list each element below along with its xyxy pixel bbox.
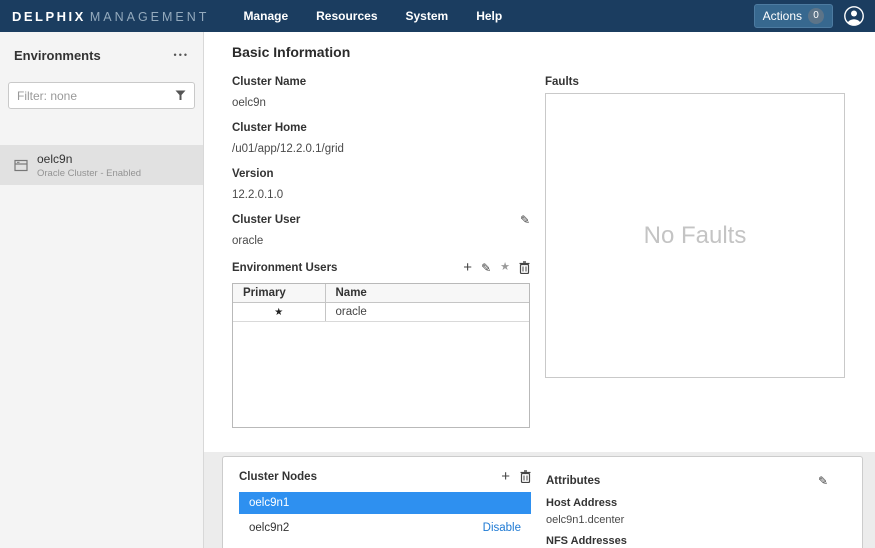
edit-user-icon[interactable]: ✎: [481, 262, 491, 274]
main-content: Basic Information Cluster Name oelc9n Cl…: [204, 32, 875, 548]
host-address-label: Host Address: [546, 497, 828, 509]
menu-item-help[interactable]: Help: [476, 9, 502, 23]
environment-users-title: Environment Users: [232, 262, 337, 274]
delete-user-trash-icon[interactable]: [519, 261, 530, 274]
sidebar-header: Environments •••: [0, 32, 203, 78]
basic-info-section: Cluster Name oelc9n Cluster Home /u01/ap…: [232, 76, 530, 428]
primary-star-cell: ★: [233, 303, 325, 322]
environments-sidebar: Environments ••• oelc9n Oracle Cluster -…: [0, 32, 204, 548]
version-label: Version: [232, 168, 530, 180]
environment-users-toolbar: + ✎ ★: [463, 260, 530, 275]
attributes-title: Attributes: [546, 475, 600, 487]
table-row[interactable]: ★ oracle: [233, 303, 529, 322]
filter-funnel-icon[interactable]: [175, 90, 186, 101]
faults-panel: No Faults: [545, 93, 845, 378]
no-faults-text: No Faults: [644, 222, 747, 250]
top-navigation-bar: DELPHIX MANAGEMENT Manage Resources Syst…: [0, 0, 875, 32]
node-name: oelc9n1: [249, 497, 289, 509]
environment-users-section: Environment Users + ✎ ★: [232, 260, 530, 428]
actions-count-badge: 0: [808, 8, 824, 24]
user-name-cell: oracle: [325, 303, 529, 322]
environment-subtitle: Oracle Cluster - Enabled: [37, 168, 141, 179]
actions-label: Actions: [763, 9, 802, 23]
attributes-section: Attributes ✎ Host Address oelc9n1.dcente…: [546, 475, 828, 548]
cluster-home-value: /u01/app/12.2.0.1/grid: [232, 143, 530, 155]
edit-attributes-icon[interactable]: ✎: [818, 475, 828, 487]
add-user-icon[interactable]: +: [463, 260, 472, 275]
cluster-name-label: Cluster Name: [232, 76, 530, 88]
sidebar-item-oelc9n[interactable]: oelc9n Oracle Cluster - Enabled: [0, 145, 203, 185]
disable-node-link[interactable]: Disable: [483, 522, 521, 534]
edit-cluster-user-icon[interactable]: ✎: [520, 214, 530, 226]
cluster-nodes-toolbar: +: [501, 469, 531, 484]
column-header-primary: Primary: [233, 284, 325, 303]
topbar-right: Actions 0: [754, 4, 865, 28]
delete-node-trash-icon[interactable]: [520, 470, 531, 483]
sidebar-title: Environments: [14, 48, 101, 63]
host-address-value: oelc9n1.dcenter: [546, 514, 828, 526]
column-header-name: Name: [325, 284, 529, 303]
add-node-icon[interactable]: +: [501, 469, 510, 484]
cluster-user-label: Cluster User: [232, 214, 300, 226]
version-value: 12.2.0.1.0: [232, 189, 530, 201]
logo-suffix: MANAGEMENT: [90, 10, 210, 24]
set-primary-star-icon[interactable]: ★: [500, 262, 510, 273]
cluster-nodes-card: Cluster Nodes +: [222, 456, 863, 548]
menu-item-system[interactable]: System: [406, 9, 449, 23]
node-row-oelc9n2[interactable]: oelc9n2 Disable: [239, 517, 531, 539]
main-menu: Manage Resources System Help: [243, 9, 502, 23]
cluster-user-value: oracle: [232, 235, 530, 247]
environment-item-text: oelc9n Oracle Cluster - Enabled: [37, 152, 141, 179]
page-title: Basic Information: [232, 44, 350, 60]
filter-input[interactable]: [17, 89, 175, 103]
environment-cluster-icon: [14, 159, 28, 172]
filter-input-wrapper: [8, 82, 195, 109]
bottom-section: Cluster Nodes +: [204, 452, 875, 548]
faults-title: Faults: [545, 76, 579, 88]
menu-item-resources[interactable]: Resources: [316, 9, 377, 23]
nfs-addresses-label: NFS Addresses: [546, 535, 828, 547]
cluster-nodes-title: Cluster Nodes: [239, 471, 317, 483]
delphix-logo: DELPHIX MANAGEMENT: [12, 9, 209, 24]
node-name: oelc9n2: [249, 522, 289, 534]
node-row-oelc9n1[interactable]: oelc9n1: [239, 492, 531, 514]
cluster-name-value: oelc9n: [232, 97, 530, 109]
user-profile-icon[interactable]: [843, 5, 865, 27]
environment-name: oelc9n: [37, 152, 141, 166]
sidebar-menu-icon[interactable]: •••: [174, 50, 189, 60]
menu-item-manage[interactable]: Manage: [243, 9, 288, 23]
logo-brand: DELPHIX: [12, 9, 86, 24]
actions-button[interactable]: Actions 0: [754, 4, 833, 28]
environment-users-table: Primary Name ★ oracle: [232, 283, 530, 428]
cluster-home-label: Cluster Home: [232, 122, 530, 134]
